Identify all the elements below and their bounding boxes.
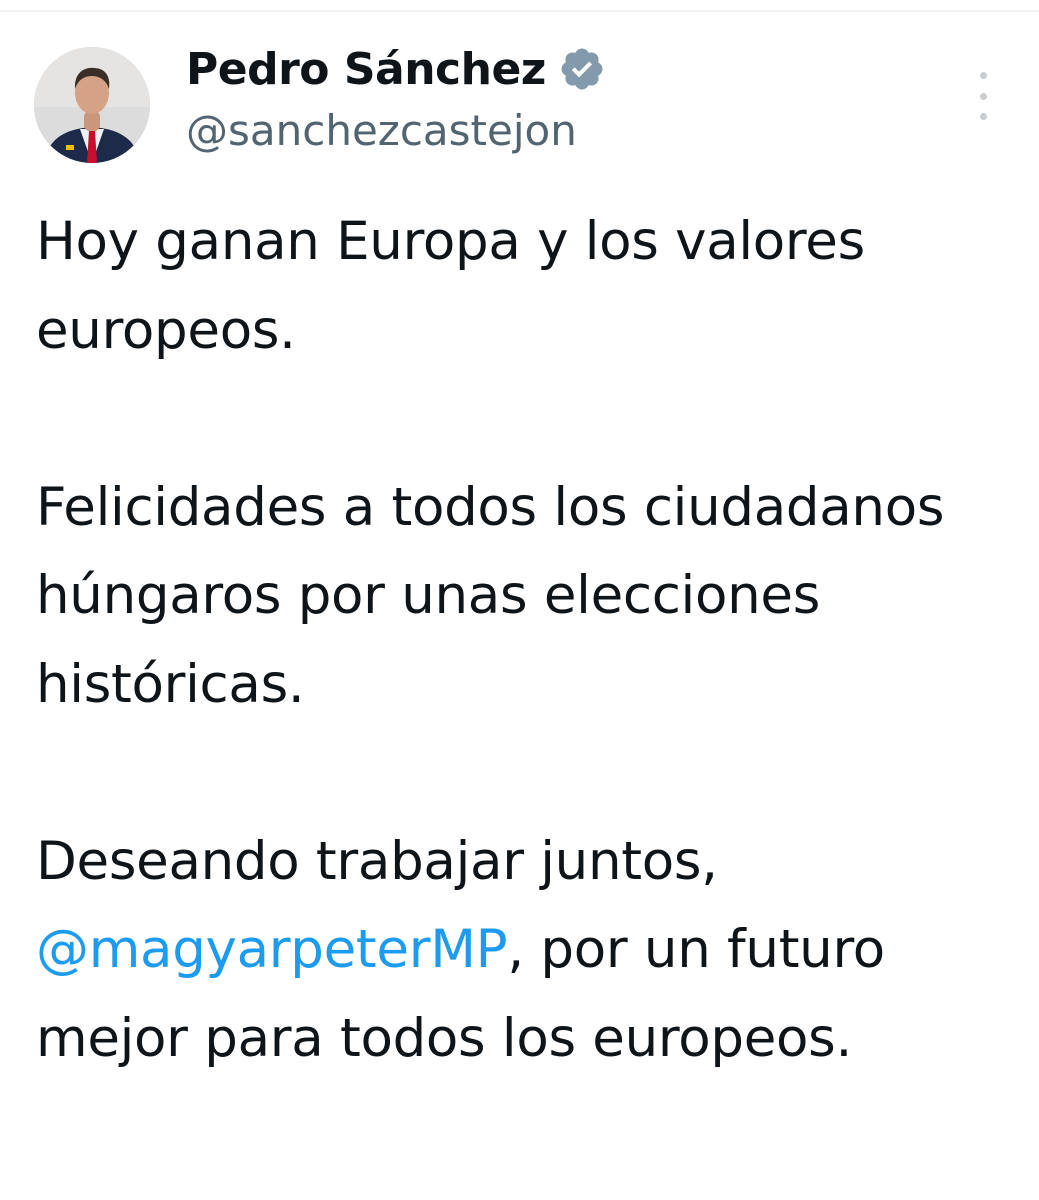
tweet-meta-cutoff: [36, 1188, 226, 1200]
more-options-icon[interactable]: [968, 72, 998, 120]
tweet-text: Hoy ganan Europa y los valores europeos.…: [36, 198, 1026, 1083]
tweet-paragraph-3: Deseando trabajar juntos, @magyarpeterMP,…: [36, 818, 1026, 1084]
mention-link[interactable]: @magyarpeterMP: [36, 919, 508, 980]
display-name[interactable]: Pedro Sánchez: [186, 44, 546, 95]
author-name-row: Pedro Sánchez: [186, 36, 606, 102]
top-divider: [0, 10, 1039, 12]
tweet-paragraph-2: Felicidades a todos los ciudadanos húnga…: [36, 476, 945, 715]
avatar[interactable]: [34, 47, 150, 163]
tweet-paragraph-1: Hoy ganan Europa y los valores europeos.: [36, 211, 865, 361]
more-dot: [979, 72, 987, 79]
more-dot: [979, 92, 987, 100]
tweet-paragraph-3-before: Deseando trabajar juntos,: [36, 830, 718, 892]
more-dot: [979, 113, 987, 120]
author-handle[interactable]: @sanchezcastejon: [186, 106, 577, 155]
avatar-photo: [34, 47, 150, 163]
verified-badge-icon[interactable]: [558, 45, 606, 93]
